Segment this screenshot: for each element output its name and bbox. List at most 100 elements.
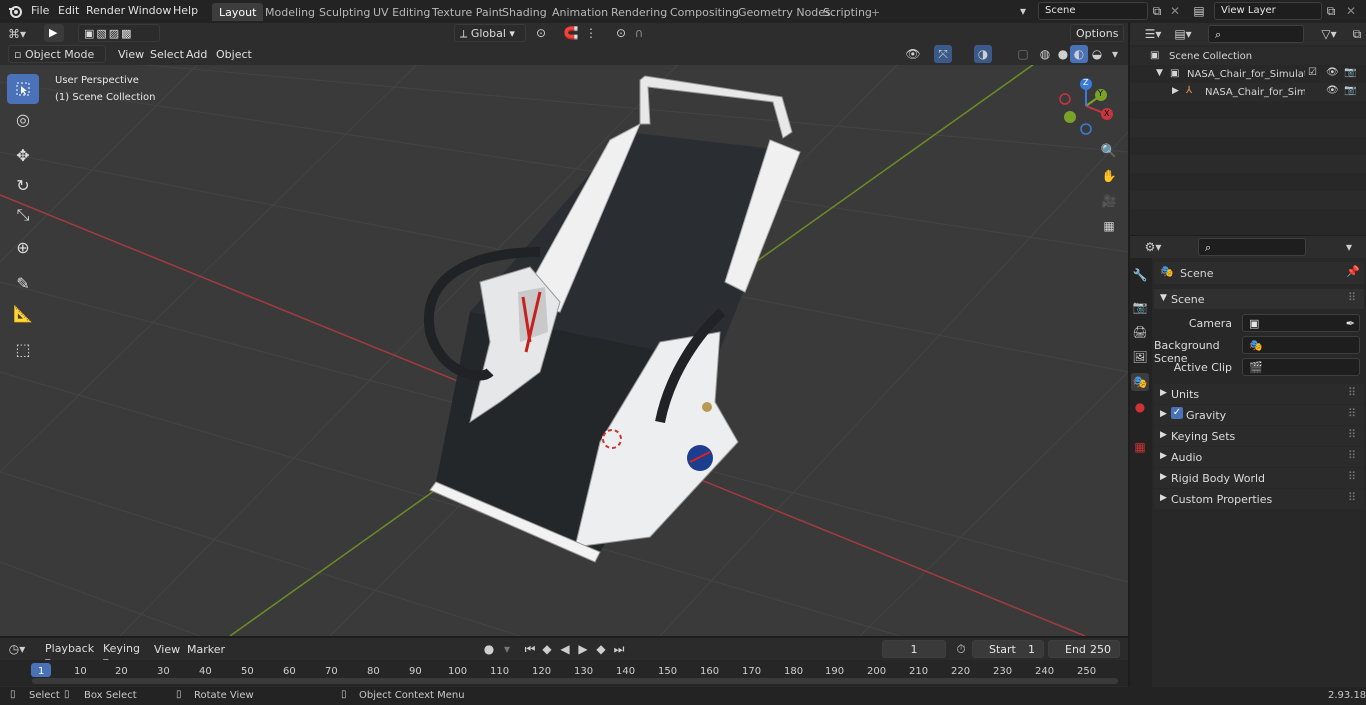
end-frame-field[interactable]: End 250: [1048, 640, 1120, 658]
visibility-eye-icon[interactable]: 👁: [1326, 67, 1339, 78]
custom-properties-section[interactable]: ▶ Custom Properties ⠿: [1154, 489, 1364, 509]
view-layer-field[interactable]: View Layer: [1214, 2, 1322, 20]
options-dropdown[interactable]: Options ▾: [1070, 24, 1124, 53]
auto-keying-icon[interactable]: ●: [480, 640, 498, 658]
snap-icon[interactable]: 🧲: [562, 24, 580, 42]
scene-name-field[interactable]: Scene: [1038, 2, 1148, 20]
add-workspace-button[interactable]: +: [864, 3, 887, 21]
scale-tool-icon[interactable]: ⤡: [7, 200, 39, 230]
timeline-editor-type-icon[interactable]: ◷▾: [8, 640, 26, 658]
rendered-shading-icon[interactable]: ◒: [1088, 45, 1106, 63]
menu-edit[interactable]: Edit: [58, 4, 79, 17]
texture-tab-icon[interactable]: ▦: [1131, 438, 1149, 456]
play-reverse-icon[interactable]: ◀: [556, 640, 574, 658]
view-layer-tab-icon[interactable]: 🖼: [1131, 348, 1149, 366]
outliner-row-chair-object[interactable]: ▶ ⅄ NASA_Chair_for_Simulat 👁 📷: [1130, 83, 1366, 101]
menu-add[interactable]: Add: [186, 48, 207, 61]
menu-file[interactable]: File: [31, 4, 49, 17]
xray-toggle-icon[interactable]: ▢: [1014, 45, 1032, 63]
rigid-body-world-section[interactable]: ▶ Rigid Body World ⠿: [1154, 468, 1364, 488]
ortho-toggle-icon[interactable]: ▦: [1100, 217, 1118, 235]
exclude-checkbox[interactable]: ☑: [1308, 67, 1317, 78]
units-section[interactable]: ▶ Units ⠿: [1154, 384, 1364, 404]
jump-start-icon[interactable]: ⏮: [521, 640, 539, 658]
drag-handle-icon[interactable]: ⠿: [1348, 291, 1356, 304]
gravity-checkbox[interactable]: ✓: [1171, 407, 1183, 419]
properties-search-input[interactable]: ⌕: [1198, 238, 1306, 256]
menu-render[interactable]: Render: [86, 4, 125, 17]
falloff-icon[interactable]: ∩: [630, 24, 648, 42]
proportional-edit-icon[interactable]: ⊙: [612, 24, 630, 42]
camera-view-icon[interactable]: 🎥: [1100, 192, 1118, 210]
tool-tab-icon[interactable]: 🔧: [1131, 266, 1149, 284]
camera-field[interactable]: ▣ ✒: [1242, 314, 1360, 332]
selection-mode-icons[interactable]: ▣▧▨▩: [78, 24, 160, 42]
snap-options-icon[interactable]: ⋮: [582, 24, 600, 42]
drag-handle-icon[interactable]: ⠿: [1348, 491, 1356, 504]
menu-object[interactable]: Object: [216, 48, 252, 61]
drag-handle-icon[interactable]: ⠿: [1348, 449, 1356, 462]
new-collection-icon[interactable]: ⧉: [1348, 25, 1366, 43]
play-icon[interactable]: ▶: [574, 640, 592, 658]
keying-options-icon[interactable]: ▾: [498, 640, 516, 658]
blender-logo-icon[interactable]: [6, 2, 24, 20]
3d-viewport[interactable]: User Perspective (1) Scene Collection ◎ …: [0, 42, 1128, 636]
eyedropper-icon[interactable]: ✒: [1346, 317, 1355, 330]
scene-tab-icon[interactable]: 🎭: [1131, 373, 1149, 391]
transform-orientation-dropdown[interactable]: ⟂ Global ▾: [454, 24, 526, 42]
view-layer-selector-icon[interactable]: ▤: [1190, 2, 1208, 20]
gravity-section[interactable]: ▶ ✓ Gravity ⠿: [1154, 405, 1364, 425]
delete-view-layer-icon[interactable]: ✕: [1342, 2, 1360, 20]
outliner-editor-type-icon[interactable]: ☰▾: [1144, 25, 1162, 43]
delete-scene-icon[interactable]: ✕: [1166, 2, 1184, 20]
mode-dropdown[interactable]: ▫ Object Mode: [8, 45, 106, 63]
menu-window[interactable]: Window: [128, 4, 171, 17]
menu-select[interactable]: Select: [150, 48, 184, 61]
current-frame-field[interactable]: 1: [882, 640, 946, 658]
drag-handle-icon[interactable]: ⠿: [1348, 386, 1356, 399]
material-preview-shading-icon[interactable]: ◐: [1070, 45, 1088, 63]
outliner-search-input[interactable]: ⌕: [1208, 25, 1304, 43]
cursor-tool-icon[interactable]: ◎: [7, 104, 39, 134]
pan-view-icon[interactable]: ✋: [1100, 167, 1118, 185]
world-tab-icon[interactable]: ●: [1131, 398, 1149, 416]
background-scene-field[interactable]: 🎭: [1242, 336, 1360, 354]
timeline-view-menu[interactable]: View: [154, 643, 180, 656]
select-box-tool[interactable]: [7, 74, 39, 104]
outliner-row-scene-collection[interactable]: ▣ Scene Collection: [1130, 47, 1366, 65]
keying-sets-section[interactable]: ▶ Keying Sets ⠿: [1154, 426, 1364, 446]
tool-select-icon[interactable]: ▶: [44, 24, 64, 42]
new-view-layer-icon[interactable]: ⧉: [1322, 2, 1340, 20]
tab-layout[interactable]: Layout: [212, 3, 264, 21]
active-clip-field[interactable]: 🎬: [1242, 358, 1360, 376]
start-frame-field[interactable]: Start 1: [972, 640, 1044, 658]
scene-selector-icon[interactable]: ▾: [1014, 2, 1032, 20]
drag-handle-icon[interactable]: ⠿: [1348, 407, 1356, 420]
expand-arrow-icon[interactable]: ▼: [1156, 68, 1163, 78]
render-camera-icon[interactable]: 📷: [1344, 67, 1356, 78]
filter-icon[interactable]: ▽▾: [1320, 25, 1338, 43]
preview-range-icon[interactable]: ⏱: [952, 640, 970, 658]
new-scene-icon[interactable]: ⧉: [1148, 2, 1166, 20]
pin-icon[interactable]: 📌: [1346, 265, 1360, 278]
prev-keyframe-icon[interactable]: ◆: [538, 640, 556, 658]
shading-options-icon[interactable]: ▾: [1106, 45, 1124, 63]
jump-end-icon[interactable]: ⏭: [610, 640, 628, 658]
menu-view[interactable]: View: [118, 48, 144, 61]
drag-handle-icon[interactable]: ⠿: [1348, 470, 1356, 483]
outliner-row-chair-collection[interactable]: ▼ ▣ NASA_Chair_for_Simulator_0( ☑ 👁 📷: [1130, 65, 1366, 83]
display-mode-icon[interactable]: ▤▾: [1174, 25, 1192, 43]
menu-help[interactable]: Help: [173, 4, 198, 17]
overlay-toggle-icon[interactable]: ◑: [974, 45, 992, 63]
visibility-icon[interactable]: 👁: [904, 45, 922, 63]
zoom-view-icon[interactable]: 🔍: [1100, 142, 1118, 160]
keying-menu[interactable]: Keying ▾: [98, 640, 146, 668]
render-tab-icon[interactable]: 📷: [1131, 298, 1149, 316]
output-tab-icon[interactable]: 🖨: [1131, 323, 1149, 341]
visibility-eye-icon[interactable]: 👁: [1326, 85, 1339, 96]
scene-panel-header[interactable]: ▼ Scene ⠿: [1154, 289, 1364, 309]
properties-editor-type-icon[interactable]: ⚙▾: [1144, 238, 1162, 256]
measure-tool-icon[interactable]: 📐: [7, 298, 39, 328]
editor-type-icon[interactable]: ⌘▾: [8, 25, 26, 43]
properties-options-icon[interactable]: ▾: [1340, 238, 1358, 256]
